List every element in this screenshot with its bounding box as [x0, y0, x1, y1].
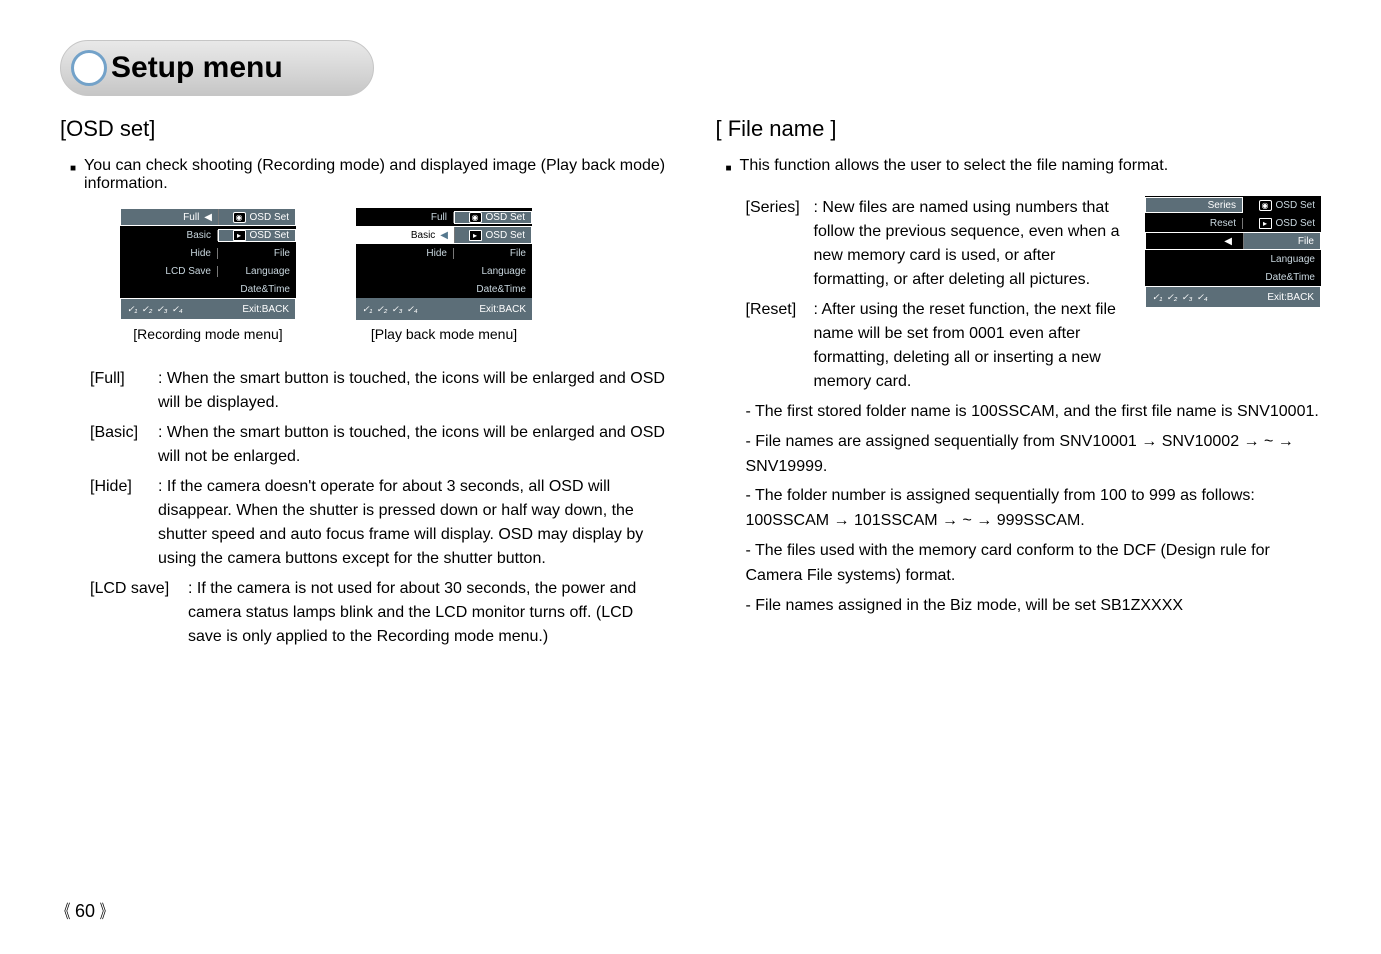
lcd-cat-osdset2: OSD Set: [250, 230, 289, 241]
def-reset-label: [Reset]: [746, 298, 814, 394]
detail-3: - The folder number is assigned sequenti…: [746, 484, 1322, 534]
lcd-cat-file: File: [274, 248, 290, 259]
detail-2: - File names are assigned sequentially f…: [746, 430, 1322, 480]
play-icon: ▸: [1259, 218, 1272, 229]
camera-icon: ◉: [233, 212, 246, 223]
lcd3-exit: Exit:BACK: [1267, 292, 1314, 303]
play-caption: [Play back mode menu]: [356, 326, 532, 342]
lcd2-cat-osdset: OSD Set: [486, 212, 525, 223]
def-basic-text: : When the smart button is touched, the …: [158, 421, 666, 469]
recording-mode-screenshot: Full ◀ ◉ OSD Set Basic ▸ OSD Set Hide File: [120, 208, 296, 342]
play-icon: ▸: [469, 230, 482, 241]
rec-caption: [Recording mode menu]: [120, 326, 296, 342]
section-title: Setup menu: [111, 51, 283, 84]
def-lcdsave-label: [LCD save]: [90, 577, 188, 649]
def-reset-text: : After using the reset function, the ne…: [814, 298, 1128, 394]
lcd2-opt-basic: Basic: [411, 230, 435, 241]
play-icon: ▸: [233, 230, 246, 241]
filename-screenshot: Series ◉ OSD Set Reset ▸ OSD Set ◀ File La…: [1145, 196, 1321, 308]
arrow-left-icon: ◀: [1224, 236, 1232, 247]
lcd3-opt-series: Series: [1208, 200, 1236, 211]
def-lcdsave-text: : If the camera is not used for about 30…: [188, 577, 666, 649]
right-column: [ File name ] ■ This function allows the…: [716, 116, 1322, 655]
detail-5: - File names assigned in the Biz mode, w…: [746, 594, 1322, 619]
page-number: 《60》: [55, 898, 115, 924]
arrow-left-icon: ◀: [440, 230, 448, 241]
lcd3-cat-datetime: Date&Time: [1265, 272, 1315, 283]
lcd3-cat-osdset2: OSD Set: [1276, 218, 1315, 229]
lcd2-cat-datetime: Date&Time: [476, 284, 526, 295]
lcd-exit: Exit:BACK: [242, 304, 289, 315]
lcd2-cat-file: File: [510, 248, 526, 259]
page-number-value: 60: [75, 901, 95, 922]
chevron-left-icon: 《: [58, 898, 71, 924]
lcd2-opt-full: Full: [431, 212, 447, 223]
camera-icon: ◉: [1259, 200, 1272, 211]
bullet-square-icon: ■: [70, 157, 76, 193]
chevron-right-icon: 》: [100, 898, 113, 924]
section-title-banner: Setup menu: [60, 40, 374, 96]
softkey-icons: ✓₁✓₂✓₃✓₄: [1152, 292, 1208, 303]
softkey-icons: ✓₁✓₂✓₃✓₄: [127, 304, 183, 315]
playback-mode-screenshot: Full ◉ OSD Set Basic ◀ ▸ OSD Set Hide File: [356, 208, 532, 342]
filename-heading: [ File name ]: [716, 116, 1322, 142]
def-series-text: : New files are named using numbers that…: [814, 196, 1128, 292]
bullet-square-icon: ■: [726, 157, 732, 181]
lcd3-opt-reset: Reset: [1210, 218, 1236, 229]
filename-intro: ■ This function allows the user to selec…: [716, 157, 1322, 181]
arrow-left-icon: ◀: [204, 212, 212, 223]
detail-1: - The first stored folder name is 100SSC…: [746, 400, 1322, 425]
def-full-label: [Full]: [90, 367, 158, 415]
left-column: [OSD set] ■ You can check shooting (Reco…: [60, 116, 666, 655]
lcd-cat-language: Language: [246, 266, 291, 277]
def-full-text: : When the smart button is touched, the …: [158, 367, 666, 415]
lcd-cat-datetime: Date&Time: [240, 284, 290, 295]
lcd2-exit: Exit:BACK: [479, 304, 526, 315]
osd-intro-text: You can check shooting (Recording mode) …: [84, 157, 665, 193]
osd-heading: [OSD set]: [60, 116, 666, 142]
lcd-opt-basic: Basic: [187, 230, 211, 241]
lcd-opt-lcdsave: LCD Save: [165, 266, 211, 277]
lcd3-cat-osdset: OSD Set: [1276, 200, 1315, 211]
def-hide-label: [Hide]: [90, 475, 158, 571]
def-basic-label: [Basic]: [90, 421, 158, 469]
lcd-opt-full: Full: [183, 212, 199, 223]
lcd-cat-osdset: OSD Set: [250, 212, 289, 223]
lcd3-cat-file: File: [1298, 236, 1314, 247]
detail-4: - The files used with the memory card co…: [746, 539, 1322, 589]
softkey-icons: ✓₁✓₂✓₃✓₄: [362, 304, 418, 315]
lcd2-cat-language: Language: [482, 266, 527, 277]
lcd2-cat-osdset2: OSD Set: [486, 230, 525, 241]
camera-icon: ◉: [469, 212, 482, 223]
def-series-label: [Series]: [746, 196, 814, 292]
lcd-opt-hide: Hide: [190, 248, 211, 259]
def-hide-text: : If the camera doesn't operate for abou…: [158, 475, 666, 571]
lcd2-opt-hide: Hide: [426, 248, 447, 259]
osd-intro: ■ You can check shooting (Recording mode…: [60, 157, 666, 193]
lcd3-cat-language: Language: [1271, 254, 1316, 265]
filename-intro-text: This function allows the user to select …: [740, 157, 1169, 181]
